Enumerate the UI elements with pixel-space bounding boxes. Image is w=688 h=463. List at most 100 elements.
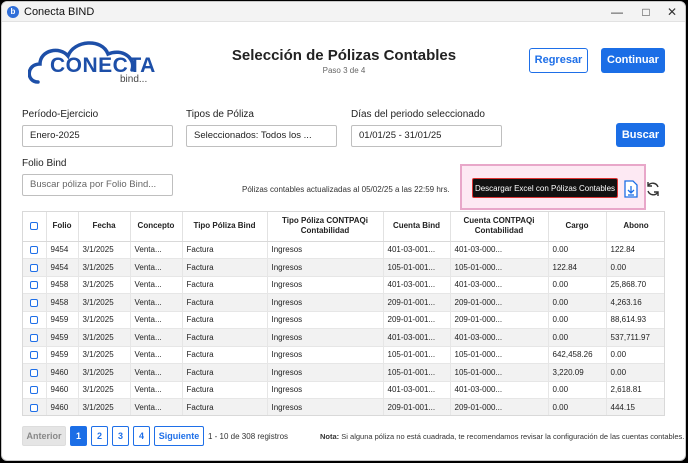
table-cell: 401-03-001... [383,381,451,399]
table-cell: 209-01-000... [450,311,549,329]
table-cell: 3/1/2025 [78,276,131,294]
row-checkbox[interactable] [23,276,47,294]
tipos-poliza-select[interactable]: Seleccionados: Todos los ... [186,125,337,147]
col-header-abono: Abono [606,212,664,242]
page-4-button[interactable]: 4 [133,426,150,446]
table-cell: 444.15 [606,398,664,415]
page-2-button[interactable]: 2 [91,426,108,446]
search-button[interactable]: Buscar [616,123,665,147]
page-1-button[interactable]: 1 [70,426,87,446]
table-row[interactable]: 9454 3/1/2025 Venta... Factura Ingresos 105-0… [23,258,664,277]
refresh-icon[interactable] [645,180,661,198]
col-header-concepto: Concepto [130,212,183,242]
table-cell: 0.00 [548,293,607,312]
minimize-icon[interactable]: — [609,4,625,20]
maximize-icon[interactable]: □ [638,4,654,20]
table-cell: 0.00 [548,276,607,294]
row-checkbox[interactable] [23,328,47,347]
record-range-text: 1 - 10 de 308 registros [208,432,289,441]
table-cell: Ingresos [267,311,384,329]
table-cell: 401-03-000... [450,241,549,259]
table-cell: Factura [182,293,268,312]
table-cell: 0.00 [606,346,664,364]
row-checkbox[interactable] [23,241,47,259]
table-cell: 9460 [46,381,79,399]
table-header-row: Folio Fecha Concepto Tipo Póliza Bind Ti… [23,212,664,242]
table-cell: 0.00 [548,381,607,399]
table-cell: Factura [182,311,268,329]
table-cell: 122.84 [548,258,607,277]
continue-button[interactable]: Continuar [601,48,665,73]
page-title: Selección de Pólizas Contables [231,47,457,64]
table-cell: Factura [182,363,268,382]
table-row[interactable]: 9460 3/1/2025 Venta... Factura Ingresos 401-0… [23,381,664,399]
row-checkbox[interactable] [23,381,47,399]
table-cell: 9460 [46,398,79,415]
row-checkbox[interactable] [23,293,47,312]
table-row[interactable]: 9459 3/1/2025 Venta... Factura Ingresos 209-0… [23,311,664,329]
table-cell: Ingresos [267,381,384,399]
logo-subtext: bind... [120,74,148,85]
row-checkbox[interactable] [23,258,47,277]
table-row[interactable]: 9458 3/1/2025 Venta... Factura Ingresos 209-0… [23,293,664,312]
app-window: b Conecta BIND — □ ✕ CONECTA bind... Sel… [1,1,686,461]
table-cell: Venta... [130,381,183,399]
dias-periodo-label: Días del periodo seleccionado [351,109,485,120]
table-cell: 105-01-000... [450,346,549,364]
download-excel-icon[interactable] [623,180,639,198]
download-tooltip: Descargar Excel con Pólizas Contables [472,178,618,198]
table-cell: 3/1/2025 [78,241,131,259]
table-cell: Ingresos [267,398,384,415]
col-header-tipo-poliza-contpaqi: Tipo Póliza CONTPAQi Contabilidad [267,212,384,242]
table-cell: 122.84 [606,241,664,259]
table-cell: 0.00 [548,328,607,347]
table-cell: 401-03-000... [450,276,549,294]
table-cell: 209-01-000... [450,398,549,415]
table-cell: 105-01-001... [383,258,451,277]
table-row[interactable]: 9454 3/1/2025 Venta... Factura Ingresos 401-0… [23,241,664,259]
polizas-table: Folio Fecha Concepto Tipo Póliza Bind Ti… [22,211,665,416]
table-cell: 0.00 [606,363,664,382]
table-cell: Ingresos [267,241,384,259]
table-cell: Venta... [130,276,183,294]
page-3-button[interactable]: 3 [112,426,129,446]
table-cell: Ingresos [267,293,384,312]
previous-page-button[interactable]: Anterior [22,426,66,446]
select-all-checkbox[interactable] [23,212,47,242]
table-cell: 105-01-000... [450,258,549,277]
table-cell: 9459 [46,328,79,347]
table-cell: 88,614.93 [606,311,664,329]
date-range-field[interactable]: 01/01/25 - 31/01/25 [351,125,502,147]
table-row[interactable]: 9460 3/1/2025 Venta... Factura Ingresos 105-0… [23,363,664,382]
row-checkbox[interactable] [23,398,47,415]
table-row[interactable]: 9459 3/1/2025 Venta... Factura Ingresos 401-0… [23,328,664,347]
table-row[interactable]: 9458 3/1/2025 Venta... Factura Ingresos 401-0… [23,276,664,294]
table-cell: 3/1/2025 [78,363,131,382]
periodo-label: Período-Ejercicio [22,109,99,120]
table-cell: 401-03-000... [450,381,549,399]
table-cell: 401-03-001... [383,276,451,294]
step-indicator: Paso 3 de 4 [322,66,366,75]
row-checkbox[interactable] [23,346,47,364]
close-icon[interactable]: ✕ [664,4,680,20]
table-row[interactable]: 9460 3/1/2025 Venta... Factura Ingresos 209-0… [23,398,664,415]
next-page-button[interactable]: Siguiente [154,426,204,446]
table-cell: 9458 [46,293,79,312]
table-cell: Venta... [130,346,183,364]
folio-search-input[interactable]: Buscar póliza por Folio Bind... [22,174,173,196]
window-title: Conecta BIND [24,6,95,18]
table-cell: 537,711.97 [606,328,664,347]
row-checkbox[interactable] [23,363,47,382]
table-cell: 0.00 [606,258,664,277]
table-cell: Ingresos [267,346,384,364]
table-row[interactable]: 9459 3/1/2025 Venta... Factura Ingresos 105-0… [23,346,664,364]
periodo-select[interactable]: Enero-2025 [22,125,173,147]
table-cell: 209-01-000... [450,293,549,312]
back-button[interactable]: Regresar [529,48,588,73]
table-cell: 209-01-001... [383,311,451,329]
folio-label: Folio Bind [22,158,67,169]
table-cell: 0.00 [548,311,607,329]
note-text: Nota: Si alguna póliza no está cuadrada,… [320,432,684,441]
table-cell: 3/1/2025 [78,328,131,347]
row-checkbox[interactable] [23,311,47,329]
